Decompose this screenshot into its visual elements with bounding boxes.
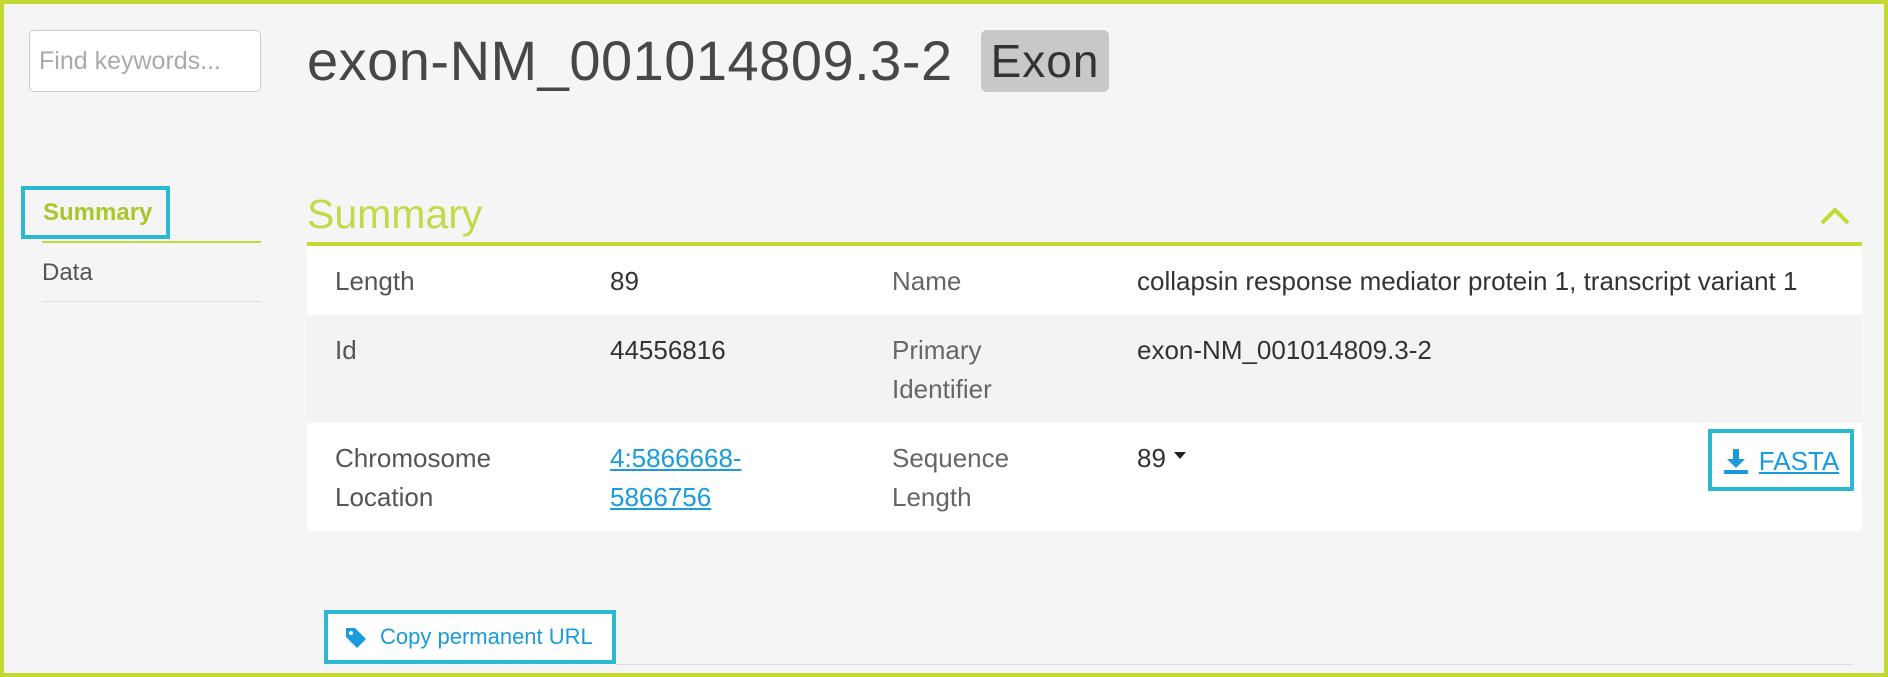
field-label: Sequence Length — [892, 443, 1010, 512]
summary-section: Summary Length 89 Name collapsin respons… — [307, 187, 1862, 531]
sidebar-nav: Summary Data — [19, 186, 263, 302]
copy-url-label: Copy permanent URL — [380, 624, 593, 649]
tag-icon — [346, 628, 366, 648]
field-value: 89 — [610, 266, 639, 296]
summary-header: Summary — [307, 187, 1862, 246]
field-value: 44556816 — [610, 335, 726, 365]
search-box[interactable] — [29, 30, 261, 92]
sequence-length-value: 89 — [1137, 443, 1166, 473]
field-value: 4:5866668-5866756 — [610, 423, 892, 531]
field-label: Chromosome Location — [335, 443, 492, 512]
fasta-label: FASTA — [1758, 445, 1840, 476]
type-badge: Exon — [980, 29, 1110, 92]
table-row: Id 44556816 Primary Identifier exon-NM_0… — [307, 315, 1862, 423]
table-row: Length 89 Name collapsin response mediat… — [307, 246, 1862, 315]
field-value: exon-NM_001014809.3-2 — [1137, 335, 1432, 365]
sidebar-item-summary[interactable]: Summary — [21, 186, 171, 239]
search-input[interactable] — [30, 31, 260, 91]
sidebar-item-data[interactable]: Data — [19, 243, 263, 301]
field-label: Id — [335, 335, 357, 365]
fasta-download-button[interactable]: FASTA — [1708, 429, 1854, 491]
field-label: Primary Identifier — [892, 335, 992, 404]
page-title: exon-NM_001014809.3-2 Exon — [307, 28, 1110, 93]
caret-down-icon[interactable] — [1173, 452, 1186, 459]
page-heading: exon-NM_001014809.3-2 — [307, 29, 953, 92]
field-value: collapsin response mediator protein 1, t… — [1137, 266, 1798, 296]
field-label: Length — [335, 266, 415, 296]
divider — [616, 664, 1854, 665]
chevron-up-icon[interactable] — [1818, 203, 1852, 227]
chromosome-location-link[interactable]: 4:5866668-5866756 — [610, 443, 742, 512]
table-row: Chromosome Location 4:5866668-5866756 Se… — [307, 423, 1862, 531]
field-label: Name — [892, 266, 962, 296]
section-title: Summary — [307, 191, 483, 237]
nav-divider — [42, 301, 261, 302]
download-icon — [1723, 449, 1748, 474]
copy-permanent-url-button[interactable]: Copy permanent URL — [324, 610, 616, 664]
